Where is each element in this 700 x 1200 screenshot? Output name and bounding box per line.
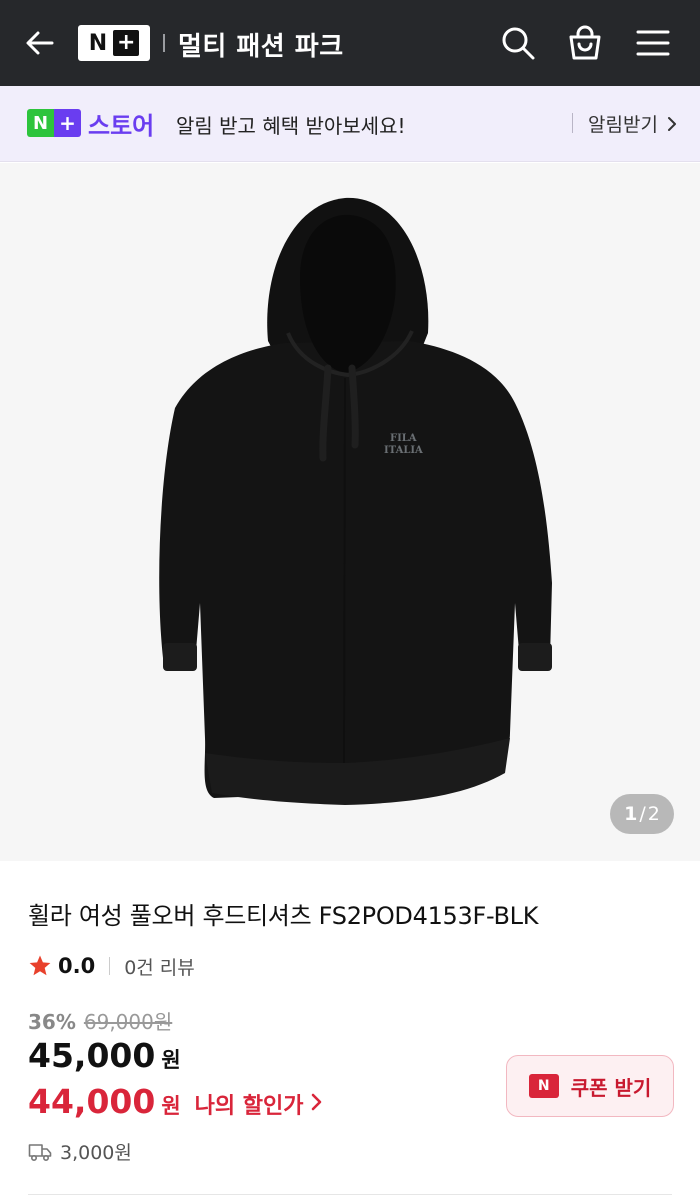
discount-row: 36% 69,000원 [28, 1006, 172, 1035]
sale-price-row: 45,000 원 [28, 1036, 181, 1075]
page-title: 멀티 패션 파크 [178, 32, 344, 62]
my-price-currency: 원 [161, 1094, 181, 1118]
product-title: 휠라 여성 풀오버 후드티셔츠 FS2POD4153F-BLK [28, 902, 539, 930]
coupon-download-button[interactable]: N 쿠폰 받기 [506, 1055, 674, 1117]
search-button[interactable] [498, 23, 538, 63]
fila-italia-print-line2: ITALIA [384, 445, 423, 456]
chevron-right-icon [667, 117, 676, 131]
store-name: 스토어 [88, 112, 155, 140]
hamburger-menu-icon [636, 30, 670, 56]
coupon-label: 쿠폰 받기 [570, 1075, 652, 1100]
naver-coupon-icon: N [528, 1074, 559, 1098]
top-header: N + 멀티 패션 파크 [0, 0, 700, 86]
store-message: 알림 받고 혜택 받아보세요! [176, 114, 406, 138]
discount-rate: 36% [28, 1010, 76, 1034]
store-divider [572, 113, 573, 133]
shipping-row: 3,000원 [28, 1138, 132, 1165]
cart-icon [569, 25, 601, 60]
menu-button[interactable] [633, 23, 673, 63]
store-badge-plus: + [54, 109, 81, 137]
product-image-carousel[interactable]: FILA ITALIA [0, 163, 700, 861]
original-price: 69,000원 [83, 1010, 173, 1034]
shipping-fee: 3,000원 [60, 1142, 132, 1164]
sale-currency: 원 [161, 1048, 181, 1072]
star-icon [29, 955, 51, 976]
section-divider [28, 1194, 672, 1195]
nplus-store-badge: N + [27, 109, 81, 137]
header-divider [163, 34, 165, 52]
image-page-counter: 1 / 2 [610, 794, 674, 834]
logo-n: N [88, 30, 108, 56]
rating-row[interactable]: 0.0 0건 리뷰 [28, 952, 195, 980]
alarm-label: 알림받기 [588, 114, 658, 136]
nplus-logo[interactable]: N + [78, 25, 150, 61]
image-counter-total: 2 [647, 803, 660, 825]
rating-divider [109, 957, 111, 975]
search-icon [502, 27, 535, 60]
review-count-link[interactable]: 0건 리뷰 [124, 953, 195, 980]
back-button[interactable] [20, 23, 60, 63]
my-discount-price-row[interactable]: 44,000 원 나의 할인가 [28, 1082, 324, 1121]
store-notification-banner: N + 스토어 알림 받고 혜택 받아보세요! 알림받기 [0, 86, 700, 162]
hoodie-image: FILA ITALIA [159, 197, 553, 805]
sale-price: 45,000 [28, 1036, 156, 1075]
cart-button[interactable] [565, 23, 605, 63]
image-counter-current: 1 [624, 803, 638, 825]
logo-plus: + [113, 30, 140, 56]
my-discount-price: 44,000 [28, 1082, 156, 1121]
back-arrow-icon [26, 31, 54, 55]
image-counter-separator: / [639, 803, 646, 825]
alarm-subscribe-link[interactable]: 알림받기 [588, 110, 678, 137]
my-discount-label: 나의 할인가 [194, 1094, 304, 1119]
store-badge-n: N [27, 109, 54, 137]
chevron-right-icon [310, 1091, 324, 1113]
coupon-icon-letter: N [537, 1078, 550, 1094]
rating-value: 0.0 [58, 954, 96, 978]
delivery-truck-icon [28, 1143, 52, 1161]
fila-italia-print-line1: FILA [390, 433, 417, 444]
